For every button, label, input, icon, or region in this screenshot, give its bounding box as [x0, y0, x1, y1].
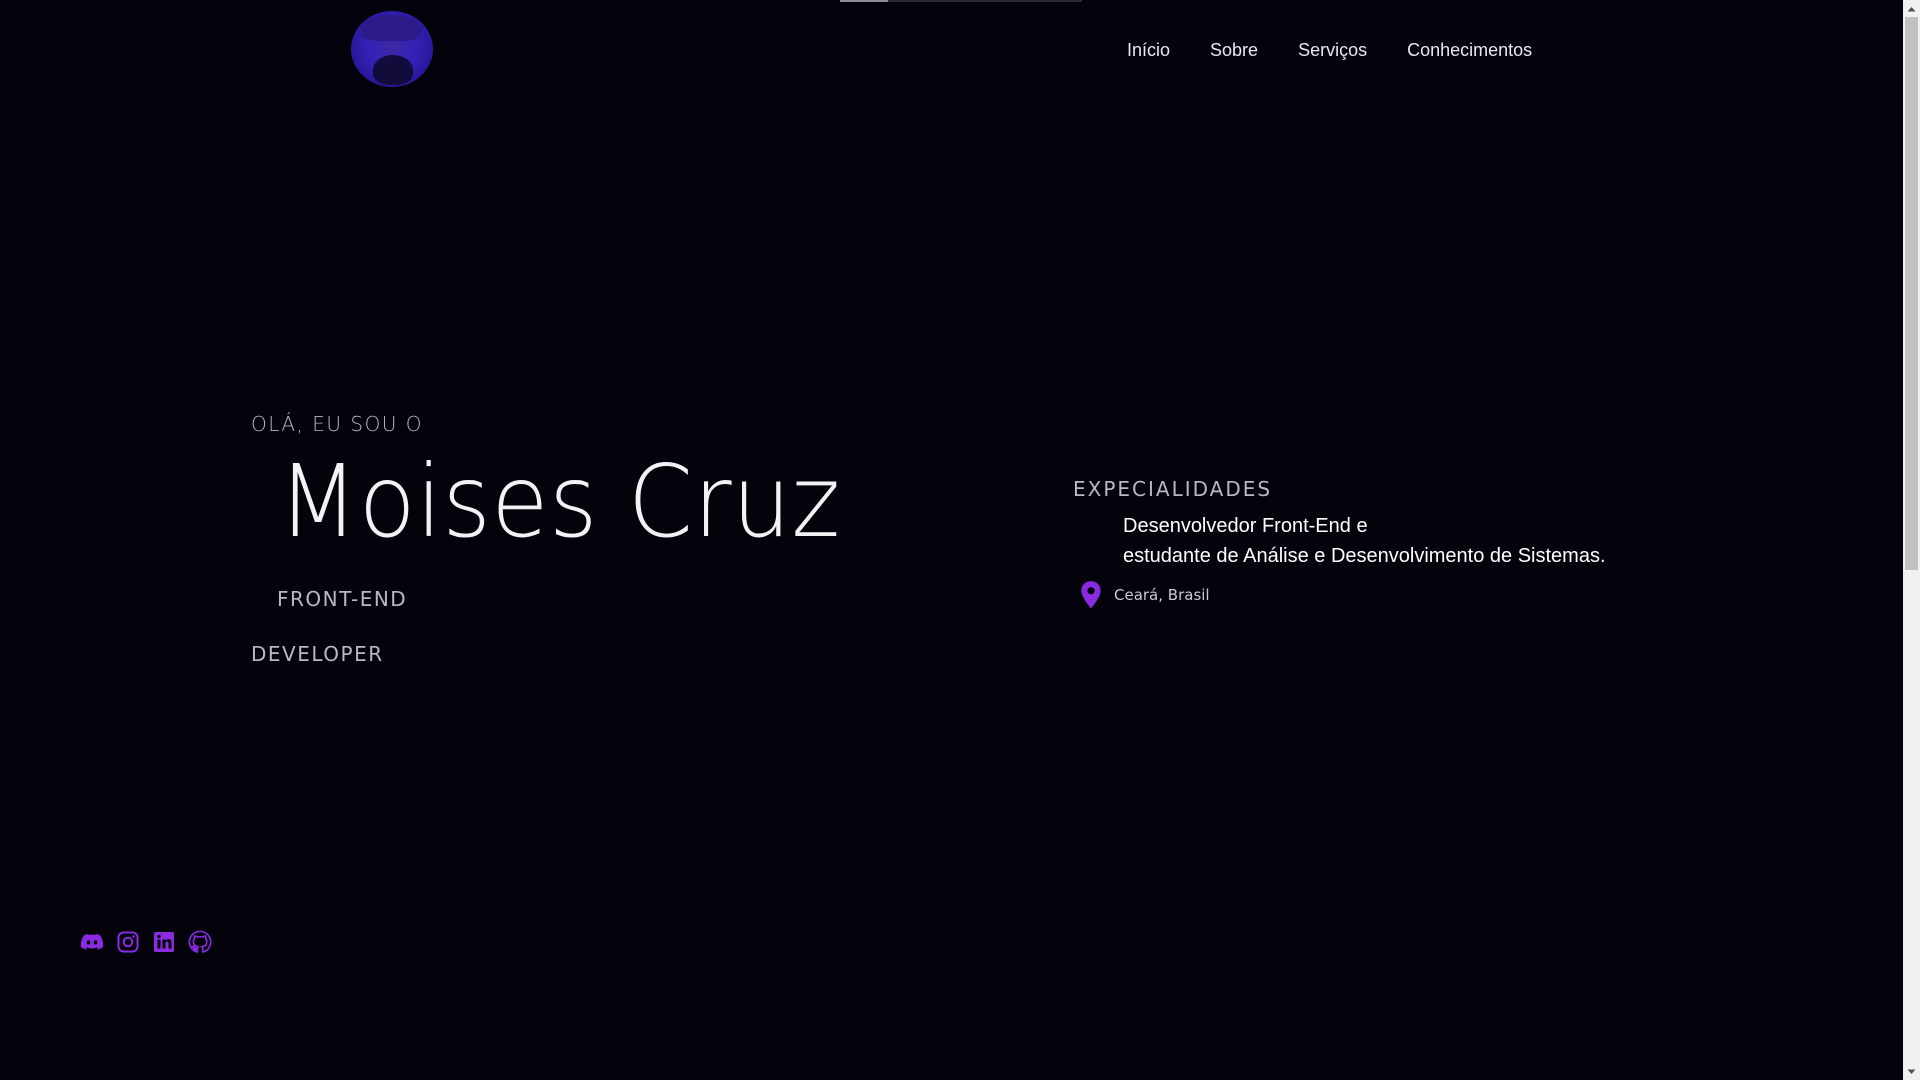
specialties-line2: estudante de Análise e Desenvolvimento d… [1123, 545, 1606, 567]
avatar[interactable] [351, 11, 433, 87]
nav-link-inicio[interactable]: Início [1127, 38, 1170, 62]
scroll-progress-fill [840, 0, 888, 2]
nav-link-conhecimentos[interactable]: Conhecimentos [1407, 38, 1532, 62]
specialties-description: Desenvolvedor Front-End e estudante de A… [1123, 511, 1606, 571]
github-link[interactable] [188, 930, 212, 954]
location-text: Ceará, Brasil [1114, 586, 1210, 604]
main-nav: Início Sobre Serviços Conhecimentos [1127, 38, 1572, 62]
github-icon [188, 930, 212, 953]
scroll-progress-indicator [840, 0, 1082, 2]
hero-name: Moises Cruz [278, 443, 841, 560]
page: Início Sobre Serviços Conhecimentos OLÁ,… [0, 0, 1920, 1080]
instagram-icon [117, 931, 139, 953]
linkedin-link[interactable] [152, 930, 176, 954]
page-scrollbar[interactable] [1903, 0, 1920, 1080]
linkedin-icon [154, 932, 174, 952]
scroll-down-arrow-icon[interactable] [1903, 1063, 1920, 1080]
nav-link-servicos[interactable]: Serviços [1298, 38, 1367, 62]
map-pin-icon [1081, 581, 1101, 609]
social-links [80, 930, 224, 954]
hero-role-line2: DEVELOPER [251, 642, 384, 666]
nav-link-sobre[interactable]: Sobre [1210, 38, 1258, 62]
specialties-title: EXPECIALIDADES [1073, 477, 1273, 501]
avatar-hair [361, 15, 421, 41]
avatar-face [373, 55, 413, 85]
scroll-up-arrow-icon[interactable] [1903, 0, 1920, 17]
instagram-link[interactable] [116, 930, 140, 954]
location: Ceará, Brasil [1078, 580, 1210, 610]
scrollbar-thumb[interactable] [1905, 17, 1918, 570]
hero-greeting: OLÁ, EU SOU O [251, 412, 424, 436]
hero-role-line1: FRONT-END [277, 587, 408, 611]
specialties-line1: Desenvolvedor Front-End e [1123, 515, 1368, 537]
discord-link[interactable] [80, 930, 104, 954]
discord-icon [80, 934, 104, 950]
